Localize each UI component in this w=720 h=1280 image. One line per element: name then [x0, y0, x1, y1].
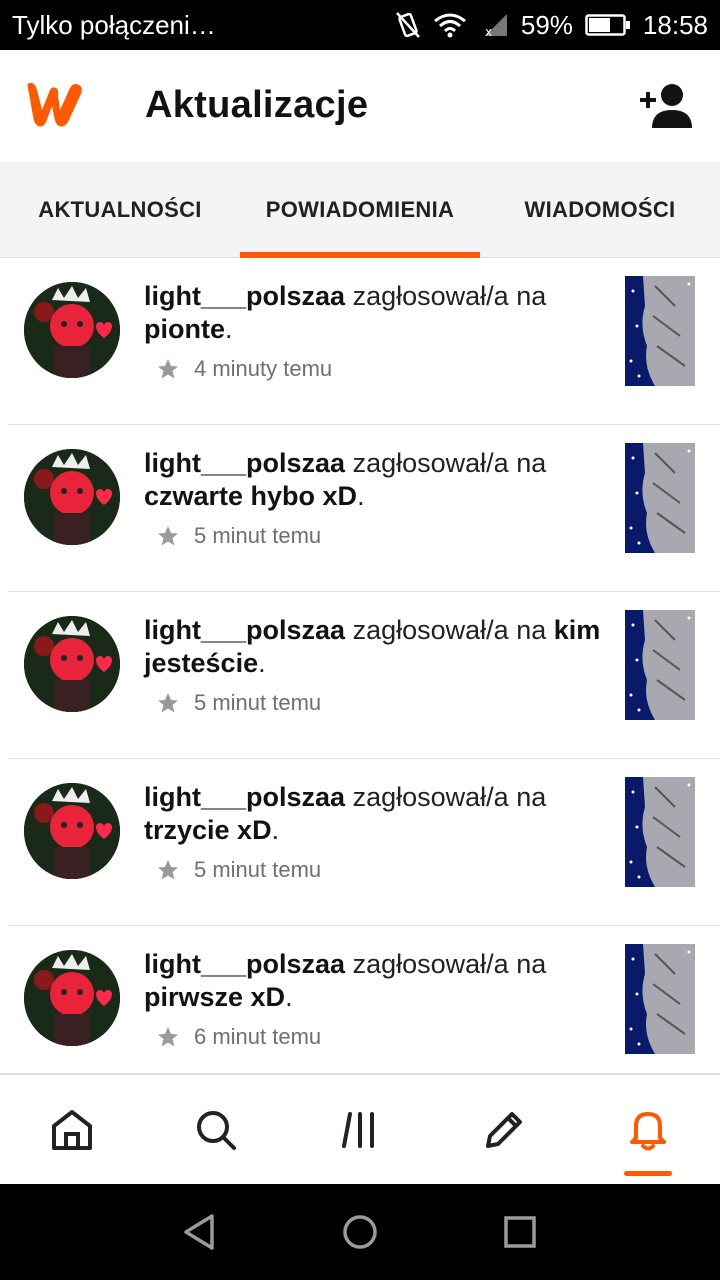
circle-icon: [343, 1215, 377, 1249]
tab-aktualnosci[interactable]: AKTUALNOŚCI: [0, 162, 240, 258]
notification-text: light___polszaa zagłosował/a na kim jest…: [144, 615, 601, 678]
signal-icon: x: [479, 12, 509, 38]
username[interactable]: light___polszaa: [144, 448, 345, 478]
username[interactable]: light___polszaa: [144, 615, 345, 645]
search-icon: [197, 1110, 236, 1150]
timestamp: 5 minut temu: [194, 690, 322, 715]
timestamp: 4 minuty temu: [194, 356, 333, 381]
page-title: Aktualizacje: [145, 84, 369, 126]
back-button[interactable]: [160, 1192, 240, 1272]
star-icon: [158, 1027, 178, 1047]
timestamp: 5 minut temu: [194, 523, 322, 548]
wattpad-logo[interactable]: [24, 80, 88, 130]
square-icon: [504, 1216, 536, 1248]
notification-row[interactable]: light___polszaa zagłosował/a na pirwsze …: [8, 926, 720, 1073]
story-cover[interactable]: [625, 443, 695, 553]
notification-row[interactable]: light___polszaa zagłosował/a na trzycie …: [8, 759, 720, 926]
story-cover[interactable]: [625, 276, 695, 386]
svg-text:x: x: [485, 25, 492, 38]
tab-powiadomienia[interactable]: POWIADOMIENIA: [240, 162, 480, 258]
timestamp: 6 minut temu: [194, 1024, 322, 1049]
username[interactable]: light___polszaa: [144, 782, 345, 812]
star-icon: [158, 359, 178, 379]
nav-library[interactable]: [288, 1075, 432, 1184]
back-icon: [184, 1214, 214, 1250]
nav-notifications[interactable]: [576, 1075, 720, 1184]
story-title[interactable]: czwarte hybo xD: [144, 481, 357, 511]
bell-icon: [630, 1111, 666, 1150]
story-cover[interactable]: [625, 777, 695, 887]
notification-text: light___polszaa zagłosował/a na trzycie …: [144, 782, 547, 845]
home-button[interactable]: [320, 1192, 400, 1272]
story-title[interactable]: pirwsze xD: [144, 982, 285, 1012]
nav-write[interactable]: [432, 1075, 576, 1184]
star-icon: [158, 860, 178, 880]
battery-icon: [585, 13, 631, 37]
story-cover[interactable]: [625, 944, 695, 1054]
library-icon: [342, 1111, 374, 1148]
star-icon: [158, 693, 178, 713]
username[interactable]: light___polszaa: [144, 281, 345, 311]
system-nav: [0, 1184, 720, 1280]
story-title[interactable]: trzycie xD: [144, 815, 272, 845]
avatar[interactable]: [24, 282, 120, 378]
star-icon: [158, 526, 178, 546]
avatar[interactable]: [24, 616, 120, 712]
timestamp: 5 minut temu: [194, 857, 322, 882]
avatar[interactable]: [24, 449, 120, 545]
notification-text: light___polszaa zagłosował/a na czwarte …: [144, 448, 547, 511]
vibrate-icon: [395, 11, 421, 39]
avatar[interactable]: [24, 950, 120, 1046]
notification-text: light___polszaa zagłosował/a na pionte.: [144, 281, 547, 344]
battery-percent: 59%: [520, 9, 573, 40]
wifi-icon: [433, 12, 467, 38]
notification-list: light___polszaa zagłosował/a na pionte. …: [0, 258, 720, 1073]
story-cover[interactable]: [625, 610, 695, 720]
notification-row[interactable]: light___polszaa zagłosował/a na czwarte …: [8, 425, 720, 592]
avatar[interactable]: [24, 783, 120, 879]
story-title[interactable]: pionte: [144, 314, 225, 344]
app-header: Aktualizacje: [0, 50, 720, 162]
notification-text: light___polszaa zagłosował/a na pirwsze …: [144, 949, 547, 1012]
notification-row[interactable]: light___polszaa zagłosował/a na kim jest…: [8, 592, 720, 759]
notification-row[interactable]: light___polszaa zagłosował/a na pionte. …: [8, 258, 720, 425]
home-icon: [52, 1109, 92, 1150]
bottom-nav: [0, 1073, 720, 1184]
username[interactable]: light___polszaa: [144, 949, 345, 979]
nav-home[interactable]: [0, 1075, 144, 1184]
status-bar: Tylko połączeni… x 59% 18:58: [0, 0, 720, 50]
clock: 18:58: [642, 9, 708, 40]
tab-bar: AKTUALNOŚCI POWIADOMIENIA WIADOMOŚCI: [0, 162, 720, 258]
add-person-icon[interactable]: [640, 82, 696, 130]
tab-wiadomosci[interactable]: WIADOMOŚCI: [480, 162, 720, 258]
write-icon: [486, 1111, 522, 1148]
recents-button[interactable]: [480, 1192, 560, 1272]
nav-search[interactable]: [144, 1075, 288, 1184]
carrier-text: Tylko połączeni…: [12, 9, 216, 40]
